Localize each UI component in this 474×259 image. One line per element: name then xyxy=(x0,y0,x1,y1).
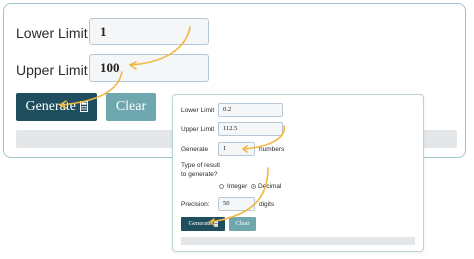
upper-limit-label-small: Upper Limit xyxy=(181,126,215,133)
calculator-icon xyxy=(213,220,218,227)
upper-limit-input[interactable]: 100 xyxy=(89,54,209,82)
generate-count-input[interactable]: 1 xyxy=(218,142,255,156)
integer-option-label: Integer xyxy=(227,183,248,190)
lower-limit-input[interactable]: 1 xyxy=(89,18,209,45)
front-generator-card: Lower Limit 0.2 Upper Limit 112.5 Genera… xyxy=(172,94,424,252)
generate-button-label: Generate xyxy=(25,99,77,114)
upper-limit-label: Upper Limit xyxy=(16,62,88,78)
result-type-question-line2: to generate? xyxy=(181,171,218,178)
clear-button[interactable]: Clear xyxy=(106,93,156,121)
generate-button-small-label: Generate xyxy=(188,220,212,227)
digits-suffix: digits xyxy=(259,201,275,208)
result-type-question-line1: Type of result xyxy=(181,162,221,169)
lower-limit-label-small: Lower Limit xyxy=(181,107,215,114)
precision-label: Precision: xyxy=(181,201,210,208)
decimal-option-label: Decimal xyxy=(258,183,282,190)
results-output-bar-small xyxy=(181,237,415,245)
numbers-suffix: numbers xyxy=(259,146,285,153)
generate-button-small[interactable]: Generate xyxy=(181,217,225,231)
calculator-icon xyxy=(79,101,88,113)
generate-button[interactable]: Generate xyxy=(16,93,97,121)
lower-limit-input-small[interactable]: 0.2 xyxy=(218,103,283,117)
integer-radio[interactable] xyxy=(219,184,224,189)
clear-button-small[interactable]: Clear xyxy=(229,217,256,231)
decimal-radio[interactable] xyxy=(251,184,256,189)
precision-input[interactable]: 50 xyxy=(218,197,255,211)
generate-count-label: Generate xyxy=(181,146,209,153)
lower-limit-label: Lower Limit xyxy=(16,25,88,41)
upper-limit-input-small[interactable]: 112.5 xyxy=(218,122,283,136)
